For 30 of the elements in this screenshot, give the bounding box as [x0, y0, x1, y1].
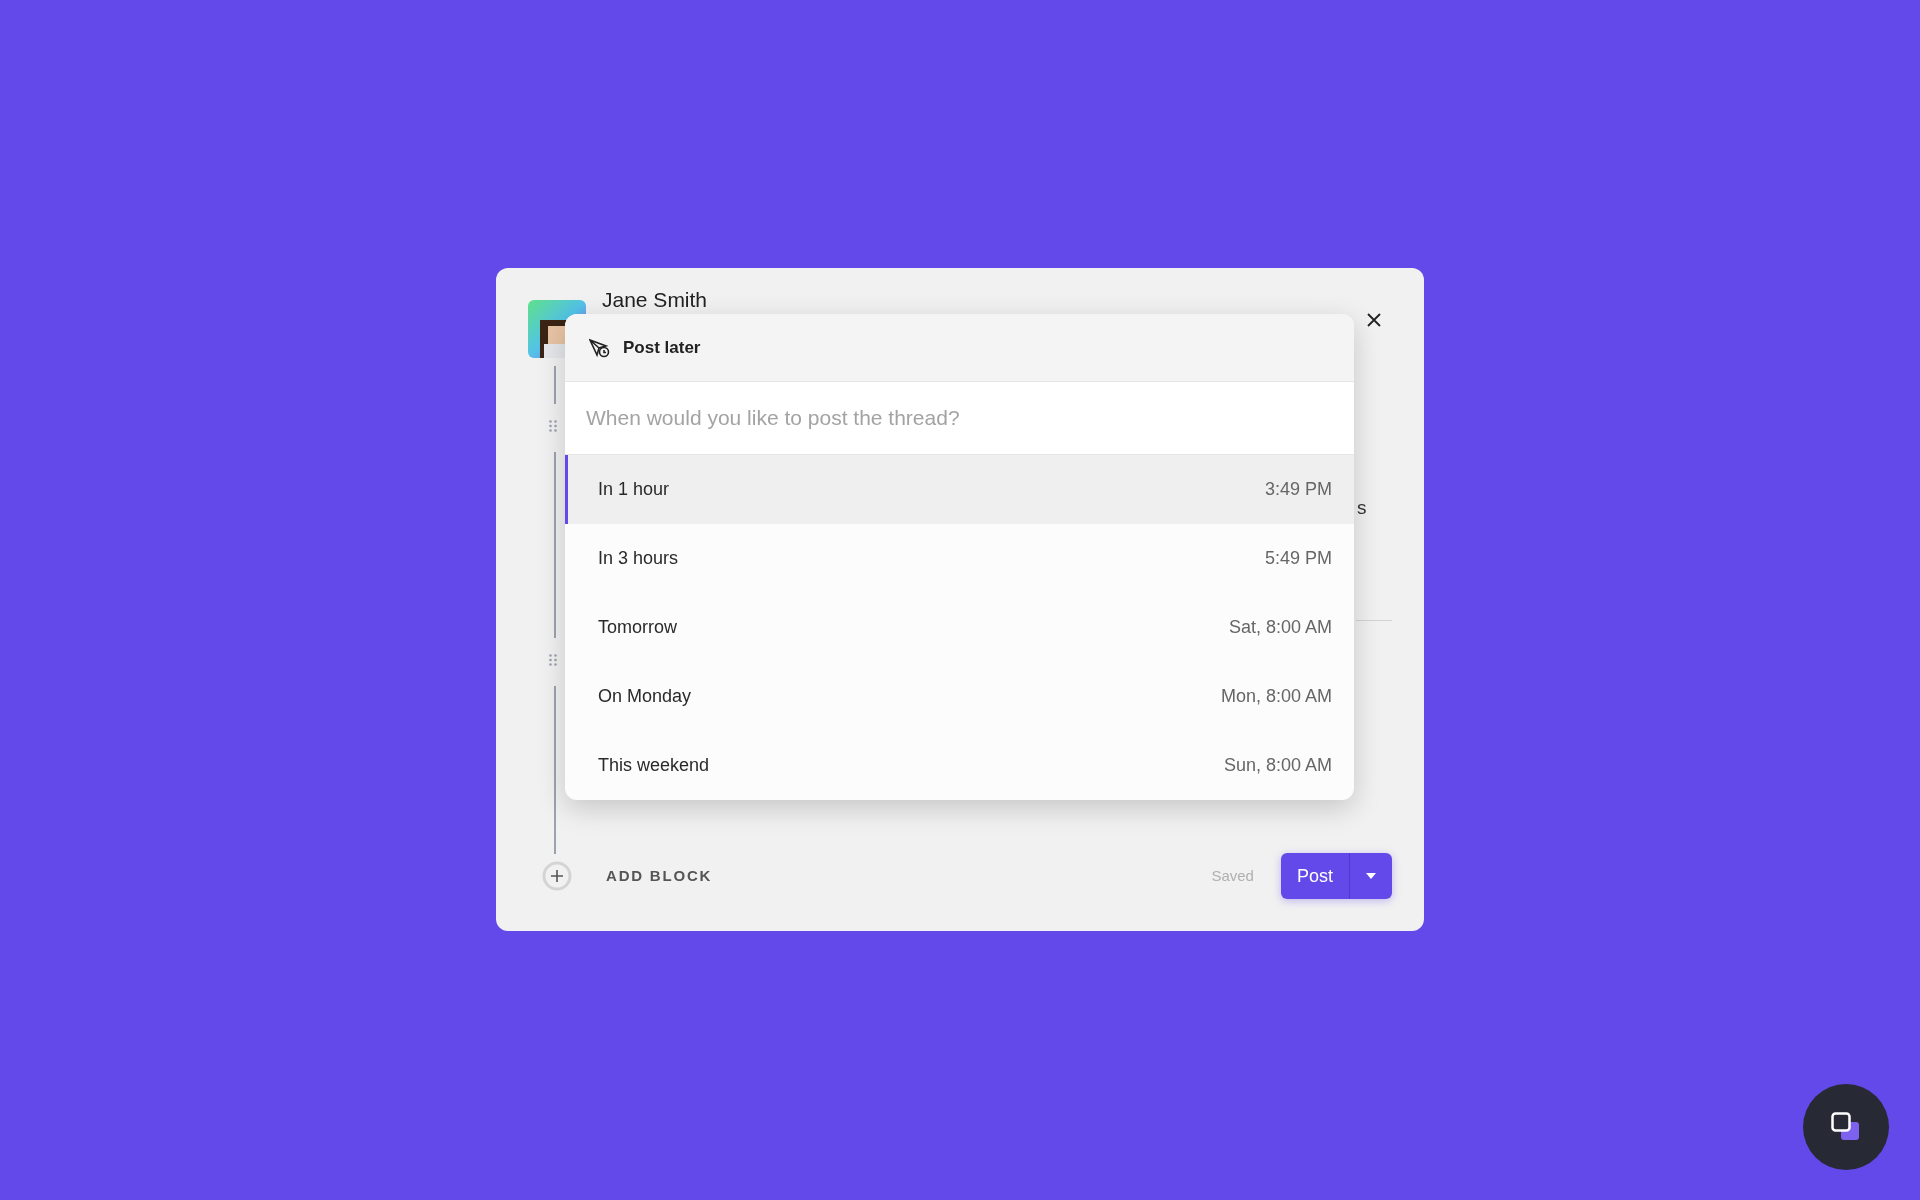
option-time: 5:49 PM	[1264, 547, 1332, 570]
option-time: 3:49 PM	[1264, 478, 1332, 501]
body-text: s	[1357, 496, 1367, 520]
option-label: Tomorrow	[598, 616, 677, 639]
add-block-button[interactable]: ADD BLOCK	[542, 861, 713, 891]
schedule-option[interactable]: Tomorrow Sat, 8:00 AM	[565, 593, 1354, 662]
option-label: In 3 hours	[598, 547, 679, 570]
post-button[interactable]: Post	[1280, 853, 1349, 899]
author-name: Jane Smith	[602, 289, 708, 310]
save-status: Saved	[1211, 865, 1254, 886]
option-label: On Monday	[598, 685, 692, 708]
schedule-option[interactable]: This weekend Sun, 8:00 AM	[565, 731, 1354, 800]
schedule-option[interactable]: In 1 hour 3:49 PM	[565, 455, 1354, 524]
schedule-option[interactable]: On Monday Mon, 8:00 AM	[565, 662, 1354, 731]
search-field[interactable]: When would you like to post the thread?	[565, 382, 1354, 455]
scheduled-send-icon	[589, 337, 611, 358]
option-time: Sun, 8:00 AM	[1223, 754, 1332, 777]
popover-title: Post later	[623, 336, 701, 359]
post-options-button[interactable]	[1349, 853, 1392, 899]
caret-icon	[1365, 872, 1377, 880]
close-icon	[1366, 312, 1382, 328]
overlapping-squares-icon	[1831, 1112, 1861, 1142]
drag-handle-icon[interactable]	[549, 654, 557, 666]
option-time: Sat, 8:00 AM	[1228, 616, 1332, 639]
drag-handle-icon[interactable]	[549, 420, 557, 432]
plus-icon	[542, 861, 572, 891]
option-label: In 1 hour	[598, 478, 670, 501]
option-label: This weekend	[598, 754, 710, 777]
option-time: Mon, 8:00 AM	[1220, 685, 1332, 708]
schedule-option[interactable]: In 3 hours 5:49 PM	[565, 524, 1354, 593]
